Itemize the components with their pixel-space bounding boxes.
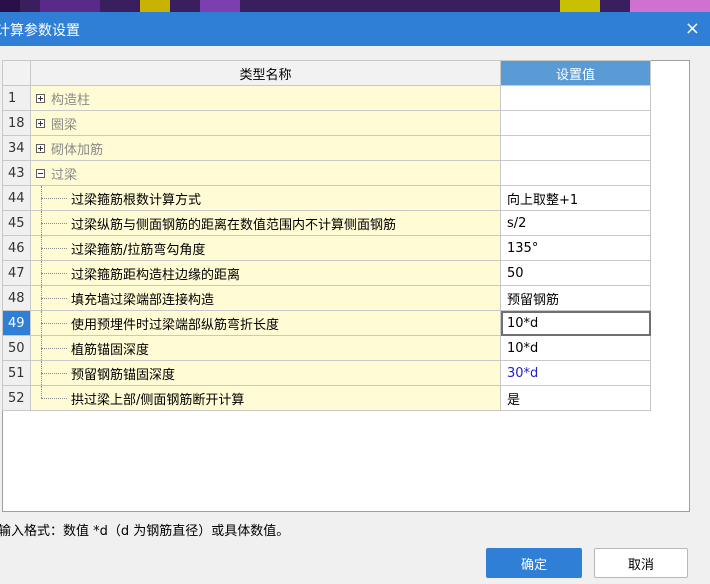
row-number: 43 (2, 160, 31, 186)
parameter-name-cell[interactable]: 过梁纵筋与侧面钢筋的距离在数值范围内不计算侧面钢筋 (30, 210, 501, 236)
parameter-value-cell[interactable]: 预留钢筋 (500, 285, 651, 311)
table-row[interactable]: 45 过梁纵筋与侧面钢筋的距离在数值范围内不计算侧面钢筋 s/2 (2, 210, 651, 236)
parameter-value-cell[interactable] (500, 135, 651, 161)
table-row[interactable]: 50 植筋锚固深度 10*d (2, 335, 651, 361)
category-label: 过梁 (51, 167, 78, 183)
parameter-name-cell[interactable]: 构造柱 (30, 85, 501, 111)
parameter-label: 过梁纵筋与侧面钢筋的距离在数值范围内不计算侧面钢筋 (71, 217, 397, 233)
parameter-name-cell[interactable]: 砌体加筋 (30, 135, 501, 161)
category-label: 构造柱 (51, 92, 91, 108)
row-number: 46 (2, 235, 31, 261)
category-node[interactable]: 砌体加筋 (32, 139, 500, 158)
parameter-value-cell[interactable]: s/2 (500, 210, 651, 236)
cancel-button[interactable]: 取消 (594, 548, 688, 578)
rownum-header (2, 60, 31, 86)
row-number: 18 (2, 110, 31, 136)
background-strip (0, 0, 710, 12)
tree-line (41, 398, 67, 399)
parameter-value-cell[interactable] (500, 85, 651, 111)
parameter-value-cell[interactable] (500, 110, 651, 136)
parameter-name-cell[interactable]: 预留钢筋锚固深度 (30, 360, 501, 386)
parameter-name-cell[interactable]: 植筋锚固深度 (30, 335, 501, 361)
table-row[interactable]: 48 填充墙过梁端部连接构造 预留钢筋 (2, 285, 651, 311)
parameter-name-cell[interactable]: 填充墙过梁端部连接构造 (30, 285, 501, 311)
row-number: 50 (2, 335, 31, 361)
parameter-name-cell[interactable]: 使用预埋件时过梁端部纵筋弯折长度 (30, 310, 501, 336)
ok-button[interactable]: 确定 (486, 548, 582, 578)
tree-line (41, 248, 67, 249)
row-number: 44 (2, 185, 31, 211)
row-number: 45 (2, 210, 31, 236)
dialog-title: 计算参数设置 (0, 23, 80, 39)
parameter-label: 过梁箍筋距构造柱边缘的距离 (71, 267, 241, 283)
row-number: 51 (2, 360, 31, 386)
parameter-label: 拱过梁上部/侧面钢筋断开计算 (71, 392, 245, 408)
column-header-value[interactable]: 设置值 (500, 60, 651, 86)
category-node[interactable]: 圈梁 (32, 114, 500, 133)
expand-icon[interactable] (36, 93, 45, 103)
table-row[interactable]: 49 使用预埋件时过梁端部纵筋弯折长度 10*d (2, 310, 651, 336)
parameter-value-cell[interactable] (500, 160, 651, 186)
category-label: 圈梁 (51, 117, 78, 133)
tree-line (41, 273, 67, 274)
parameter-grid: 类型名称 设置值 1 构造柱 18 圈梁 34 砌体加筋 43 过梁 44 过梁箍筋根数计算方式 向… (2, 60, 651, 411)
input-format-hint: 输入格式：数值 *d（d 为钢筋直径）或具体数值。 (0, 524, 290, 539)
parameter-label: 预留钢筋锚固深度 (71, 367, 176, 383)
row-number: 49 (2, 310, 31, 336)
dialog-titlebar: 计算参数设置 × (0, 12, 710, 46)
row-number: 52 (2, 385, 31, 411)
parameter-value-cell[interactable]: 135° (500, 235, 651, 261)
row-number: 1 (2, 85, 31, 111)
column-header-name[interactable]: 类型名称 (30, 60, 501, 86)
parameter-value-cell[interactable]: 10*d (500, 335, 651, 361)
table-row[interactable]: 44 过梁箍筋根数计算方式 向上取整+1 (2, 185, 651, 211)
parameter-value-cell[interactable]: 向上取整+1 (500, 185, 651, 211)
parameter-value-cell[interactable]: 是 (500, 385, 651, 411)
tree-line (41, 373, 67, 374)
tree-line (41, 223, 67, 224)
tree-line (41, 386, 42, 398)
expand-icon[interactable] (36, 143, 45, 153)
category-node[interactable]: 构造柱 (32, 89, 500, 108)
table-row[interactable]: 47 过梁箍筋距构造柱边缘的距离 50 (2, 260, 651, 286)
expand-icon[interactable] (36, 118, 45, 128)
table-row[interactable]: 43 过梁 (2, 160, 651, 186)
parameter-value-cell[interactable]: 30*d (500, 360, 651, 386)
row-number: 47 (2, 260, 31, 286)
table-row[interactable]: 51 预留钢筋锚固深度 30*d (2, 360, 651, 386)
row-number: 48 (2, 285, 31, 311)
table-row[interactable]: 1 构造柱 (2, 85, 651, 111)
table-row[interactable]: 52 拱过梁上部/侧面钢筋断开计算 是 (2, 385, 651, 411)
table-row[interactable]: 18 圈梁 (2, 110, 651, 136)
parameter-value-cell[interactable]: 10*d (500, 310, 651, 336)
parameter-label: 使用预埋件时过梁端部纵筋弯折长度 (71, 317, 280, 333)
close-icon[interactable]: × (685, 18, 700, 39)
parameter-name-cell[interactable]: 过梁 (30, 160, 501, 186)
collapse-icon[interactable] (36, 168, 45, 178)
parameter-name-cell[interactable]: 圈梁 (30, 110, 501, 136)
tree-line (41, 323, 67, 324)
row-number: 34 (2, 135, 31, 161)
tree-line (41, 198, 67, 199)
parameter-name-cell[interactable]: 过梁箍筋根数计算方式 (30, 185, 501, 211)
category-node[interactable]: 过梁 (32, 164, 500, 183)
parameter-name-cell[interactable]: 拱过梁上部/侧面钢筋断开计算 (30, 385, 501, 411)
parameter-label: 过梁箍筋/拉筋弯勾角度 (71, 242, 206, 258)
parameter-name-cell[interactable]: 过梁箍筋/拉筋弯勾角度 (30, 235, 501, 261)
parameter-label: 过梁箍筋根数计算方式 (71, 192, 202, 208)
parameter-name-cell[interactable]: 过梁箍筋距构造柱边缘的距离 (30, 260, 501, 286)
table-row[interactable]: 34 砌体加筋 (2, 135, 651, 161)
category-label: 砌体加筋 (51, 142, 104, 158)
tree-line (41, 298, 67, 299)
parameter-value-cell[interactable]: 50 (500, 260, 651, 286)
tree-line (41, 348, 67, 349)
parameter-label: 填充墙过梁端部连接构造 (71, 292, 215, 308)
table-row[interactable]: 46 过梁箍筋/拉筋弯勾角度 135° (2, 235, 651, 261)
parameter-label: 植筋锚固深度 (71, 342, 150, 358)
